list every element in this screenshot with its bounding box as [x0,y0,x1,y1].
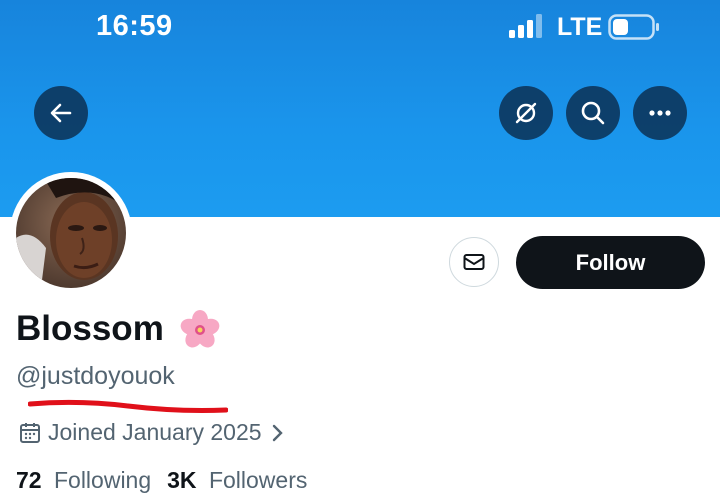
display-name: Blossom [16,309,164,348]
followers-link[interactable]: 3K Followers [167,467,307,494]
follow-button[interactable]: Follow [516,236,705,289]
follow-stats: 72 Following 3K Followers [16,467,307,494]
following-count: 72 [16,467,42,493]
message-button[interactable] [449,237,499,287]
search-icon [581,101,605,125]
more-icon [649,110,671,116]
red-underline-annotation [28,399,228,413]
back-arrow-icon [50,103,72,123]
avatar-image [16,178,126,288]
joined-text: Joined January 2025 [48,419,262,445]
mute-icon [515,102,537,124]
joined-date: Joined January 2025 [18,419,286,446]
mute-button[interactable] [499,86,553,140]
search-button[interactable] [566,86,620,140]
calendar-icon [20,422,40,443]
more-button[interactable] [633,86,687,140]
followers-label: Followers [208,467,308,493]
status-time: 16:59 [96,10,173,42]
followers-count: 3K [167,467,197,493]
cherry-blossom-icon [180,310,220,348]
username-handle: @justdoyouok [16,362,175,390]
following-label: Following [53,467,152,493]
network-type: LTE [557,13,603,41]
avatar[interactable] [10,172,132,294]
back-button[interactable] [34,86,88,140]
cellular-signal-icon [509,14,542,38]
chevron-right-icon [272,424,283,441]
following-link[interactable]: 72 Following [16,467,151,494]
mail-icon [463,254,485,270]
battery-icon [608,14,659,40]
